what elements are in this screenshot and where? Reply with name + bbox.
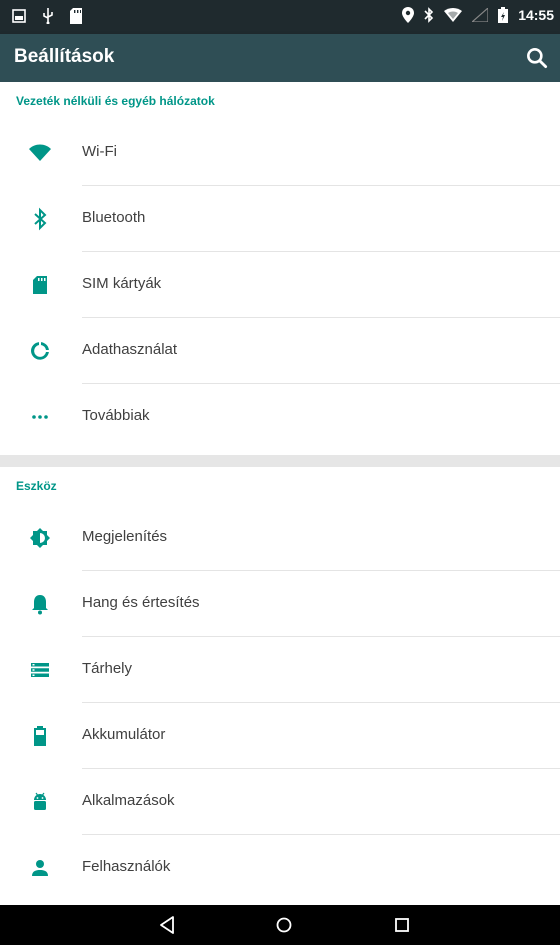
storage-icon <box>31 663 49 677</box>
more-icon <box>32 415 48 419</box>
section-wireless-networks: Vezeték nélküli és egyéb hálózatok Wi-Fi… <box>0 82 560 450</box>
status-time: 14:55 <box>518 7 554 23</box>
status-bar: 14:55 <box>0 0 560 34</box>
settings-item-users[interactable]: Felhasználók <box>0 835 560 901</box>
wifi-icon <box>29 144 51 161</box>
settings-item-label: Akkumulátor <box>82 726 166 743</box>
bluetooth-icon <box>34 207 47 231</box>
settings-item-wifi[interactable]: Wi-Fi <box>0 120 560 186</box>
settings-item-display[interactable]: Megjelenítés <box>0 505 560 571</box>
recents-icon[interactable] <box>390 914 414 936</box>
settings-item-label: SIM kártyák <box>82 275 162 292</box>
settings-item-label: Hang és értesítés <box>82 594 200 611</box>
search-icon[interactable] <box>524 45 550 71</box>
signal-icon <box>472 8 489 22</box>
settings-item-label: Továbbiak <box>82 407 150 424</box>
person-icon <box>32 860 48 876</box>
settings-item-label: Megjelenítés <box>82 528 168 545</box>
settings-item-label: Wi-Fi <box>82 143 117 160</box>
settings-item-sound-notifications[interactable]: Hang és értesítés <box>0 571 560 637</box>
wifi-icon <box>444 8 463 22</box>
settings-item-storage[interactable]: Tárhely <box>0 637 560 703</box>
section-separator <box>0 455 560 467</box>
settings-item-label: Tárhely <box>82 660 133 677</box>
settings-item-label: Felhasználók <box>82 858 171 875</box>
bell-icon <box>32 595 48 615</box>
usb-icon <box>43 8 53 24</box>
sim-card-icon <box>33 276 47 294</box>
section-device: Eszköz Megjelenítés Hang és értesítés Tá… <box>0 467 560 901</box>
bluetooth-icon <box>424 7 434 23</box>
home-icon[interactable] <box>272 914 296 936</box>
settings-item-more[interactable]: Továbbiak <box>0 384 560 450</box>
settings-item-battery[interactable]: Akkumulátor <box>0 703 560 769</box>
section-header-wireless: Vezeték nélküli és egyéb hálózatok <box>16 94 215 108</box>
page-title: Beállítások <box>14 46 115 67</box>
settings-item-label: Adathasználat <box>82 341 178 358</box>
app-bar: Beállítások <box>0 34 560 82</box>
brightness-icon <box>30 528 50 548</box>
settings-item-bluetooth[interactable]: Bluetooth <box>0 186 560 252</box>
settings-item-label: Bluetooth <box>82 209 146 226</box>
settings-item-label: Alkalmazások <box>82 792 175 809</box>
gallery-icon <box>12 9 26 23</box>
sd-card-icon <box>70 8 82 24</box>
status-left-icons <box>12 8 82 24</box>
location-icon <box>402 7 415 23</box>
battery-icon <box>34 726 46 746</box>
back-icon[interactable] <box>156 914 180 936</box>
settings-item-data-usage[interactable]: Adathasználat <box>0 318 560 384</box>
settings-item-apps[interactable]: Alkalmazások <box>0 769 560 835</box>
settings-item-sim-cards[interactable]: SIM kártyák <box>0 252 560 318</box>
status-right-icons: 14:55 <box>402 7 554 23</box>
android-icon <box>34 792 46 810</box>
battery-icon <box>498 7 509 23</box>
data-usage-icon <box>31 342 49 360</box>
navigation-bar <box>0 905 560 945</box>
section-header-device: Eszköz <box>16 479 57 493</box>
